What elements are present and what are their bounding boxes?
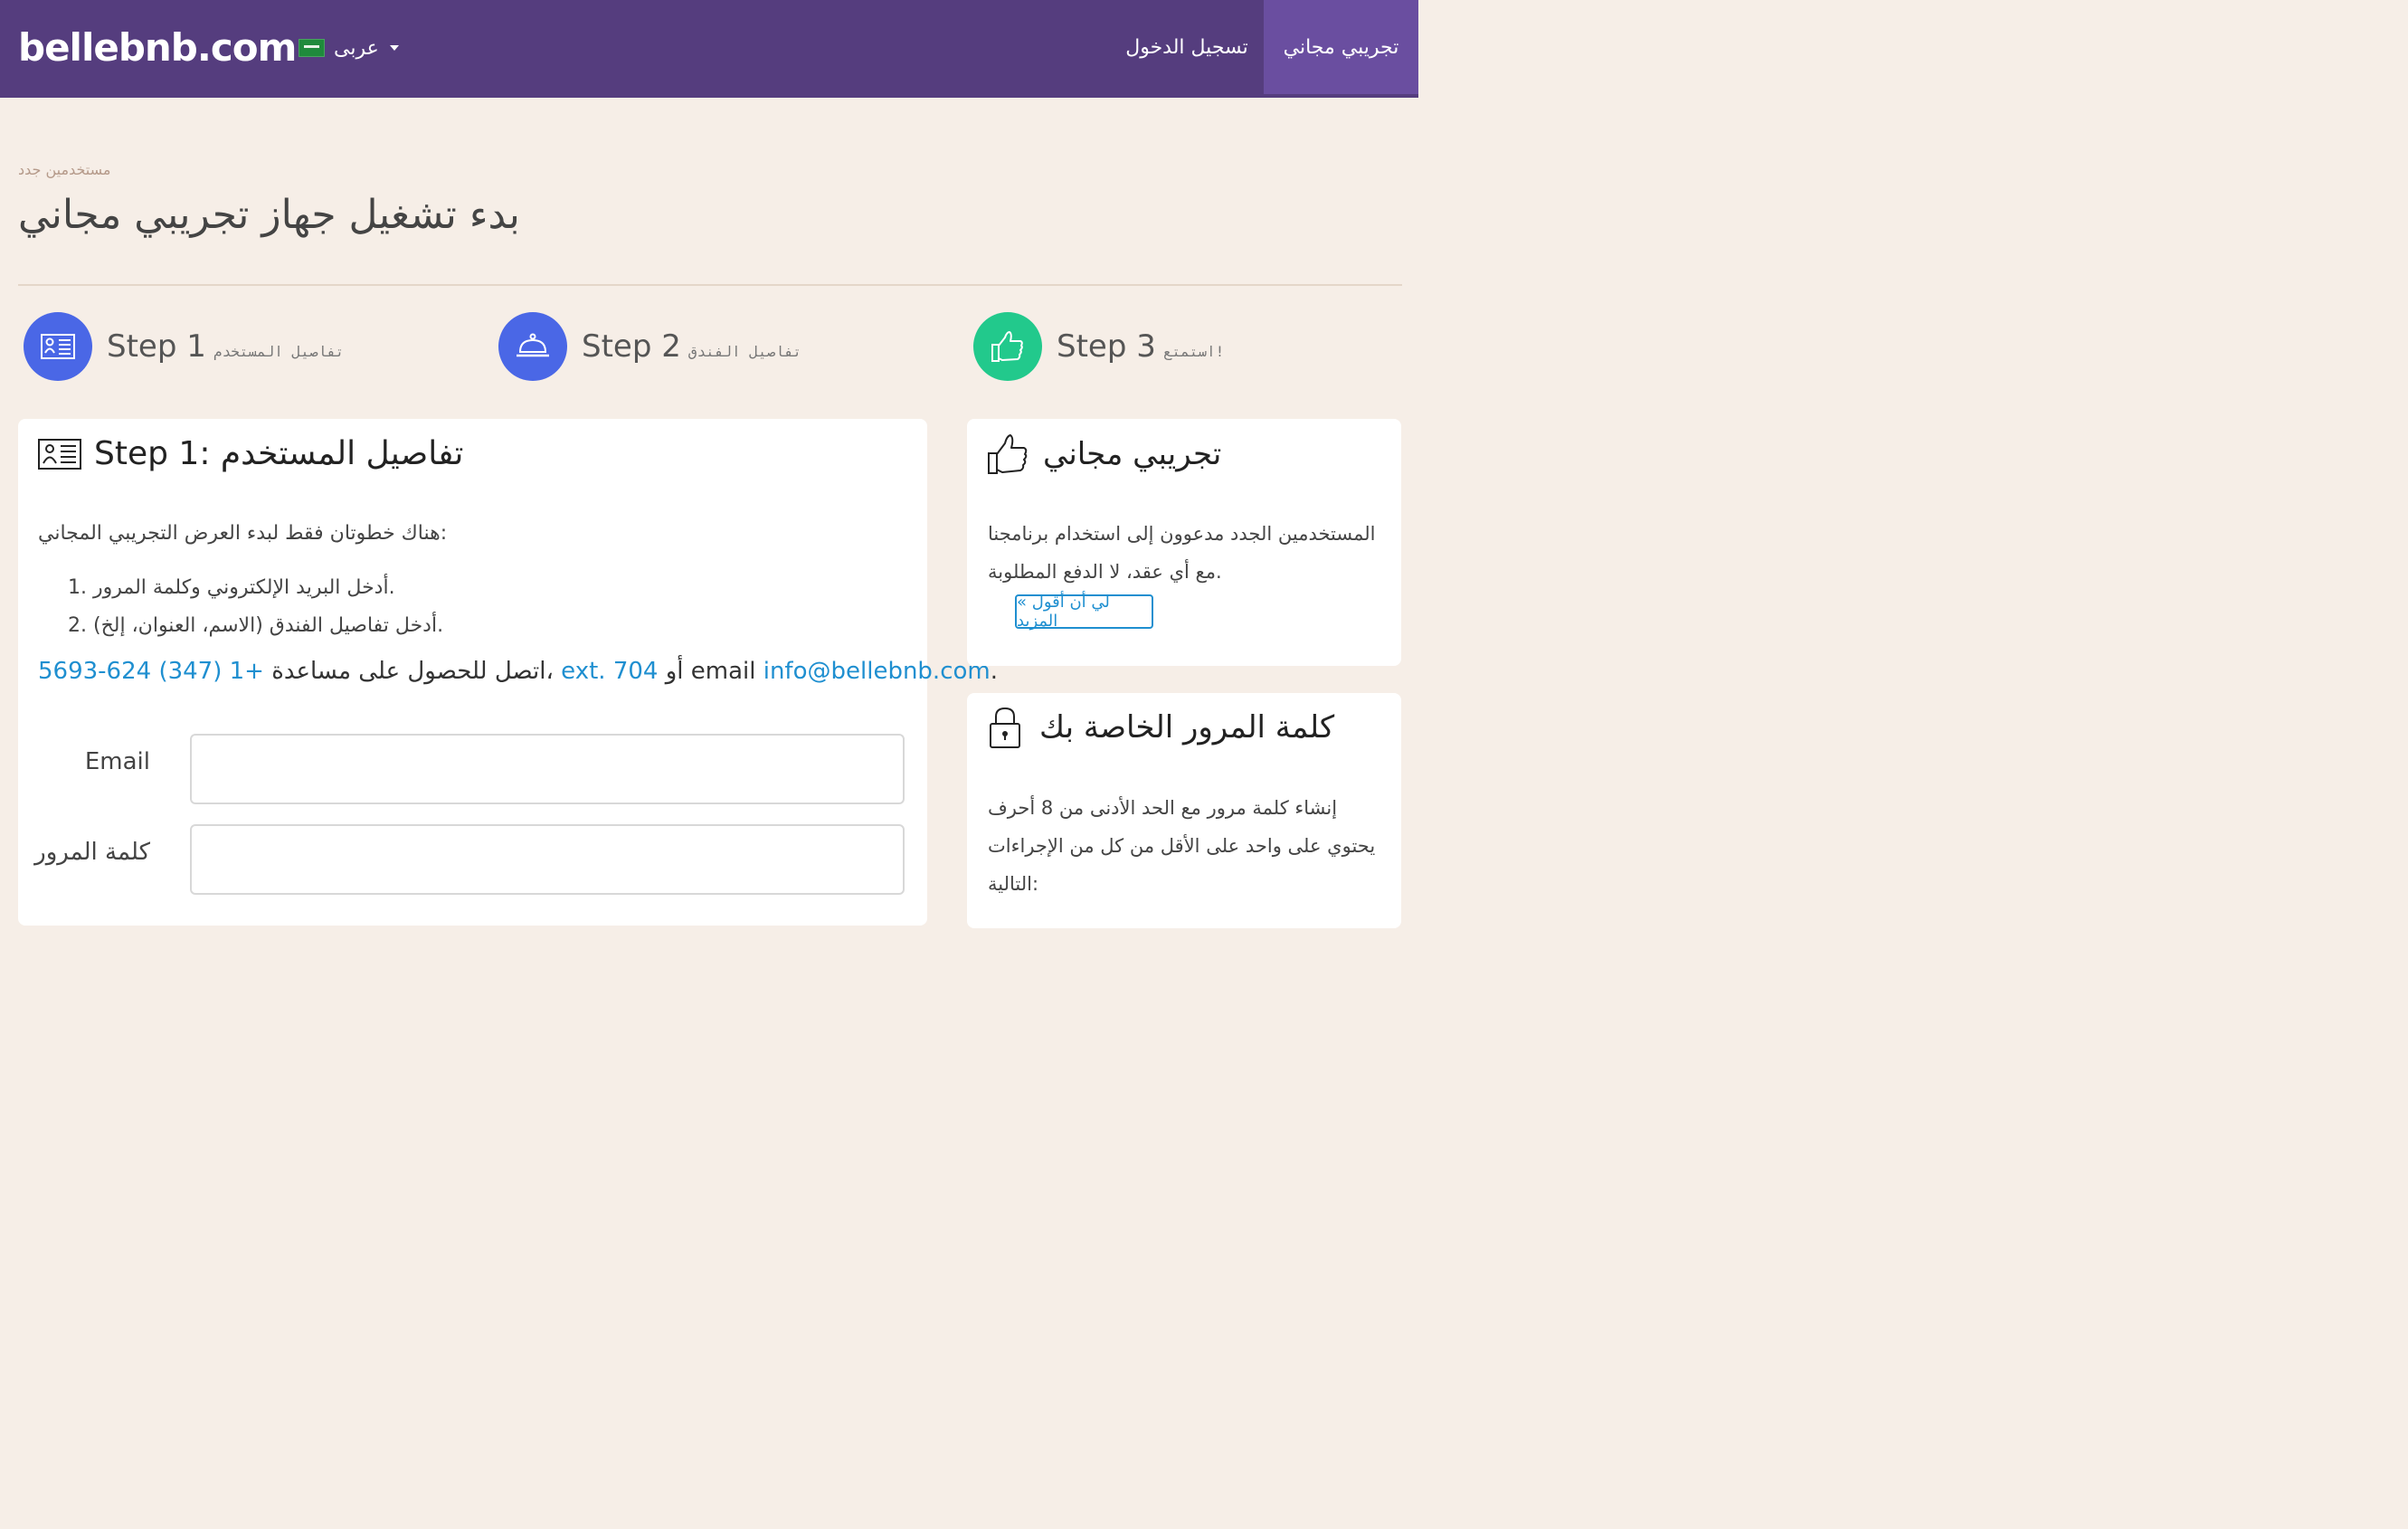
password-info-panel: كلمة المرور الخاصة بك إنشاء كلمة مرور مع… [967, 693, 1401, 928]
divider [18, 284, 1402, 286]
step-1: Step 1 تفاصيل المستخدم [24, 312, 344, 381]
list-item: 1. أدخل البريد الإلكتروني وكلمة المرور. [68, 576, 395, 599]
nav-login-link[interactable]: تسجيل الدخول [1111, 0, 1263, 94]
side1-title-text: تجريبي مجاني [1043, 436, 1222, 472]
id-card-icon [41, 334, 75, 359]
step-3-label: Step 3 [1057, 328, 1156, 365]
step-1-circle [24, 312, 92, 381]
breadcrumb: مستخدمين جدد [18, 161, 111, 178]
user-details-panel: Step 1: تفاصيل المستخدم هناك خطوتان فقط … [18, 419, 998, 926]
step-1-label: Step 1 [107, 328, 206, 365]
panel-title-text: Step 1: تفاصيل المستخدم [94, 435, 464, 472]
panel-title: Step 1: تفاصيل المستخدم [38, 435, 463, 472]
step-3: Step 3 استمتع! [973, 312, 1224, 381]
step-2-label: Step 2 [582, 328, 681, 365]
side1-text-line-1: المستخدمين الجدد مدعوون إلى استخدام برنا… [988, 523, 1376, 545]
id-card-icon [38, 438, 81, 470]
side1-text-line-2: مع أي عقد، لا الدفع المطلوبة. [988, 561, 1222, 583]
side-title: تجريبي مجاني [987, 432, 1221, 477]
top-navbar: bellebnb.com عربى تسجيل الدخول تجريبي مج… [0, 0, 1418, 98]
saudi-flag-icon [299, 39, 325, 57]
email-link[interactable]: info@bellebnb.com [763, 658, 991, 685]
side2-text-line-3: التالية: [988, 873, 1039, 895]
step-2-sub: تفاصيل الفندق [687, 342, 802, 360]
thumbs-up-icon [988, 434, 1028, 474]
step-1-sub: تفاصيل المستخدم [213, 342, 345, 360]
password-label: كلمة المرور [34, 839, 150, 866]
side2-title-text: كلمة المرور الخاصة بك [1039, 709, 1335, 746]
side2-text-line-1: إنشاء كلمة مرور مع الحد الأدنى من 8 أحرف [988, 797, 1338, 819]
step-3-sub: استمتع! [1162, 342, 1225, 360]
email-field[interactable] [190, 734, 905, 804]
phone-link[interactable]: 5693-624 (347) 1+ [38, 658, 264, 685]
language-dropdown[interactable]: عربى [299, 34, 399, 62]
lock-icon [990, 707, 1020, 748]
thumbs-up-icon [991, 331, 1023, 362]
steps-list: 1. أدخل البريد الإلكتروني وكلمة المرور. … [68, 569, 443, 645]
step-2-circle [498, 312, 567, 381]
password-field[interactable] [190, 824, 905, 895]
brand-logo[interactable]: bellebnb.com [18, 25, 297, 70]
language-label: عربى [334, 36, 379, 60]
side2-text-line-2: يحتوي على واحد على الأقل من كل من الإجرا… [988, 835, 1376, 857]
help-text-2: أو email [658, 658, 763, 685]
tell-me-more-button[interactable]: « لي أن أقول المزيد [1015, 593, 1153, 631]
list-item: 2. أدخل تفاصيل الفندق (الاسم، العنوان، إ… [68, 614, 444, 637]
intro-text: هناك خطوتان فقط لبدء العرض التجريبي المج… [38, 522, 448, 545]
side-title: كلمة المرور الخاصة بك [987, 706, 1334, 749]
page-title: بدء تشغيل جهاز تجريبي مجاني [18, 192, 520, 238]
free-trial-panel: تجريبي مجاني المستخدمين الجدد مدعوون إلى… [967, 419, 1401, 666]
email-label: Email [84, 748, 150, 775]
caret-down-icon [389, 45, 399, 51]
ext-link[interactable]: ext. 704 [561, 658, 658, 685]
step-2: Step 2 تفاصيل الفندق [498, 312, 801, 381]
help-line: 5693-624 (347) 1+ اتصل للحصول على مساعدة… [38, 658, 998, 685]
step-3-circle [973, 312, 1042, 381]
bell-icon [517, 333, 549, 357]
nav-free-trial-link[interactable]: تجريبي مجاني [1264, 0, 1418, 94]
help-text: اتصل للحصول على مساعدة، [263, 658, 562, 685]
